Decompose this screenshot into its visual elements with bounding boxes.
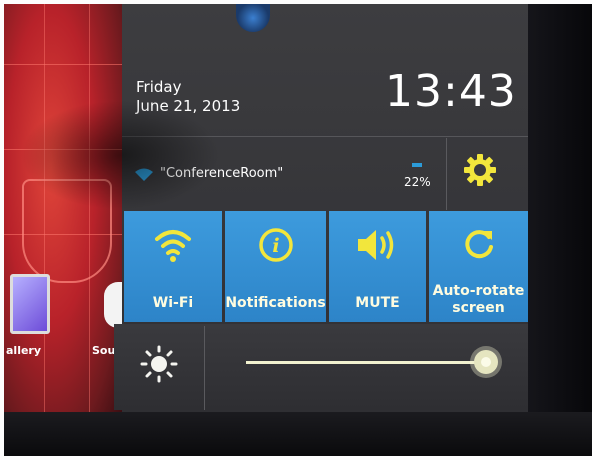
- wifi-toggle[interactable]: Wi-Fi: [124, 211, 222, 322]
- gallery-app-icon[interactable]: [10, 274, 50, 334]
- wifi-toggle-label: Wi-Fi: [152, 295, 194, 311]
- auto-rotate-toggle[interactable]: Auto-rotate screen: [429, 211, 528, 322]
- notifications-toggle-label: Notifications: [225, 295, 326, 311]
- mute-toggle-label: MUTE: [355, 295, 400, 311]
- mute-toggle[interactable]: MUTE: [329, 211, 426, 322]
- settings-gear-icon[interactable]: [462, 152, 498, 188]
- battery-level-bar: [412, 163, 422, 167]
- date-day: Friday: [136, 78, 182, 96]
- photo-shadow: [20, 100, 220, 210]
- wifi-icon: [155, 230, 191, 262]
- speaker-icon: [357, 230, 393, 260]
- rotate-icon: [464, 230, 493, 259]
- sun-icon[interactable]: [140, 345, 178, 383]
- sound-app-icon[interactable]: [104, 282, 122, 328]
- brightness-slider-thumb-center: [481, 357, 491, 367]
- battery-percent: 22%: [404, 175, 431, 189]
- info-icon: i: [258, 228, 293, 262]
- gallery-app-label: allery: [6, 344, 42, 357]
- device-bezel-right: [528, 4, 592, 456]
- brightness-slider-track[interactable]: [246, 361, 486, 364]
- notifications-toggle[interactable]: i Notifications: [225, 211, 326, 322]
- settings-divider: [446, 138, 447, 210]
- clock-time: 13:43: [385, 66, 517, 117]
- brightness-divider: [204, 326, 205, 410]
- device-bezel-bottom: [4, 412, 592, 456]
- svg-text:i: i: [272, 235, 279, 257]
- auto-rotate-toggle-label: Auto-rotate screen: [432, 283, 525, 316]
